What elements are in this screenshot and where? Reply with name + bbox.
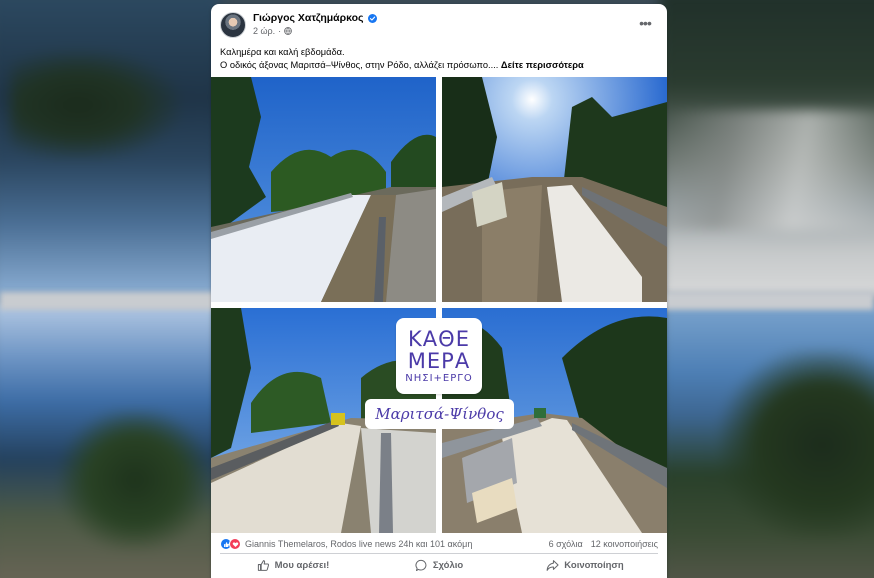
comment-label: Σχόλιο	[432, 560, 464, 571]
reaction-stats: Giannis Themelaros, Rodos live news 24h …	[220, 537, 658, 551]
reaction-icons[interactable]	[220, 538, 241, 550]
author-label[interactable]: Γιώργος Χατζημάρκος	[253, 12, 364, 24]
shares-count[interactable]: 12 κοινοποιήσεις	[591, 539, 658, 549]
logo-line: ΚΑΘΕ	[408, 327, 470, 351]
road-photo-image	[211, 77, 436, 302]
like-label: Μου αρέσει!	[274, 560, 330, 571]
backdrop-panel	[660, 0, 874, 300]
logo-line: ΜΕΡΑ	[407, 349, 471, 373]
author-name[interactable]: Γιώργος Χατζημάρκος	[253, 12, 377, 24]
timestamp[interactable]: 2 ώρ.	[253, 26, 275, 36]
share-button[interactable]: Κοινοποίηση	[512, 555, 658, 576]
post-caption: Καλημέρα και καλή εβδομάδα. Ο οδικός άξο…	[220, 46, 657, 72]
post-photo[interactable]	[211, 77, 436, 302]
backdrop-panel	[0, 300, 220, 578]
more-options-button[interactable]: •••	[635, 14, 655, 32]
share-label: Κοινοποίηση	[564, 560, 624, 571]
divider	[220, 553, 658, 554]
caption-text: Ο οδικός άξονας Μαριτσά–Ψίνθος, στην Ρόδ…	[220, 60, 499, 70]
share-icon	[546, 560, 559, 571]
separator-dot: ·	[278, 26, 282, 36]
more-icon: •••	[639, 15, 652, 31]
place-label: Μαριτσά-Ψίνθος	[365, 399, 514, 429]
post-header: Γιώργος Χατζημάρκος 2 ώρ. · •••	[211, 4, 667, 44]
place-text: Μαριτσά-Ψίνθος	[375, 405, 504, 423]
backdrop-panel	[0, 0, 220, 300]
post-meta: 2 ώρ. ·	[253, 26, 292, 36]
road-photo-image	[442, 77, 667, 302]
avatar[interactable]	[220, 12, 246, 38]
engagement-counts: 6 σχόλια 12 κοινοποιήσεις	[549, 539, 658, 549]
caption-line: Ο οδικός άξονας Μαριτσά–Ψίνθος, στην Ρόδ…	[220, 59, 657, 72]
see-more-link[interactable]: Δείτε περισσότερα	[501, 60, 584, 70]
post-card: Γιώργος Χατζημάρκος 2 ώρ. · ••• Καλημέρα…	[211, 4, 667, 578]
logo-subline: ΝΗΣΙ+ΕΡΓΟ	[405, 373, 473, 384]
like-icon	[257, 560, 269, 571]
comments-count[interactable]: 6 σχόλια	[549, 539, 583, 549]
verified-badge-icon	[367, 13, 377, 23]
comment-icon	[415, 559, 427, 572]
like-button[interactable]: Μου αρέσει!	[220, 555, 366, 576]
comment-button[interactable]: Σχόλιο	[366, 555, 512, 576]
kathe-mera-logo: ΚΑΘΕ ΜΕΡΑ ΝΗΣΙ+ΕΡΓΟ	[396, 318, 482, 394]
post-photo[interactable]	[442, 77, 667, 302]
reactors-text[interactable]: Giannis Themelaros, Rodos live news 24h …	[245, 539, 549, 549]
love-reaction-icon	[229, 538, 241, 550]
caption-line: Καλημέρα και καλή εβδομάδα.	[220, 47, 345, 57]
backdrop-panel	[660, 300, 874, 578]
photo-grid: ΚΑΘΕ ΜΕΡΑ ΝΗΣΙ+ΕΡΓΟ Μαριτσά-Ψίνθος	[211, 77, 667, 533]
globe-icon	[284, 27, 292, 35]
action-bar: Μου αρέσει! Σχόλιο Κοινοποίηση	[220, 555, 658, 576]
